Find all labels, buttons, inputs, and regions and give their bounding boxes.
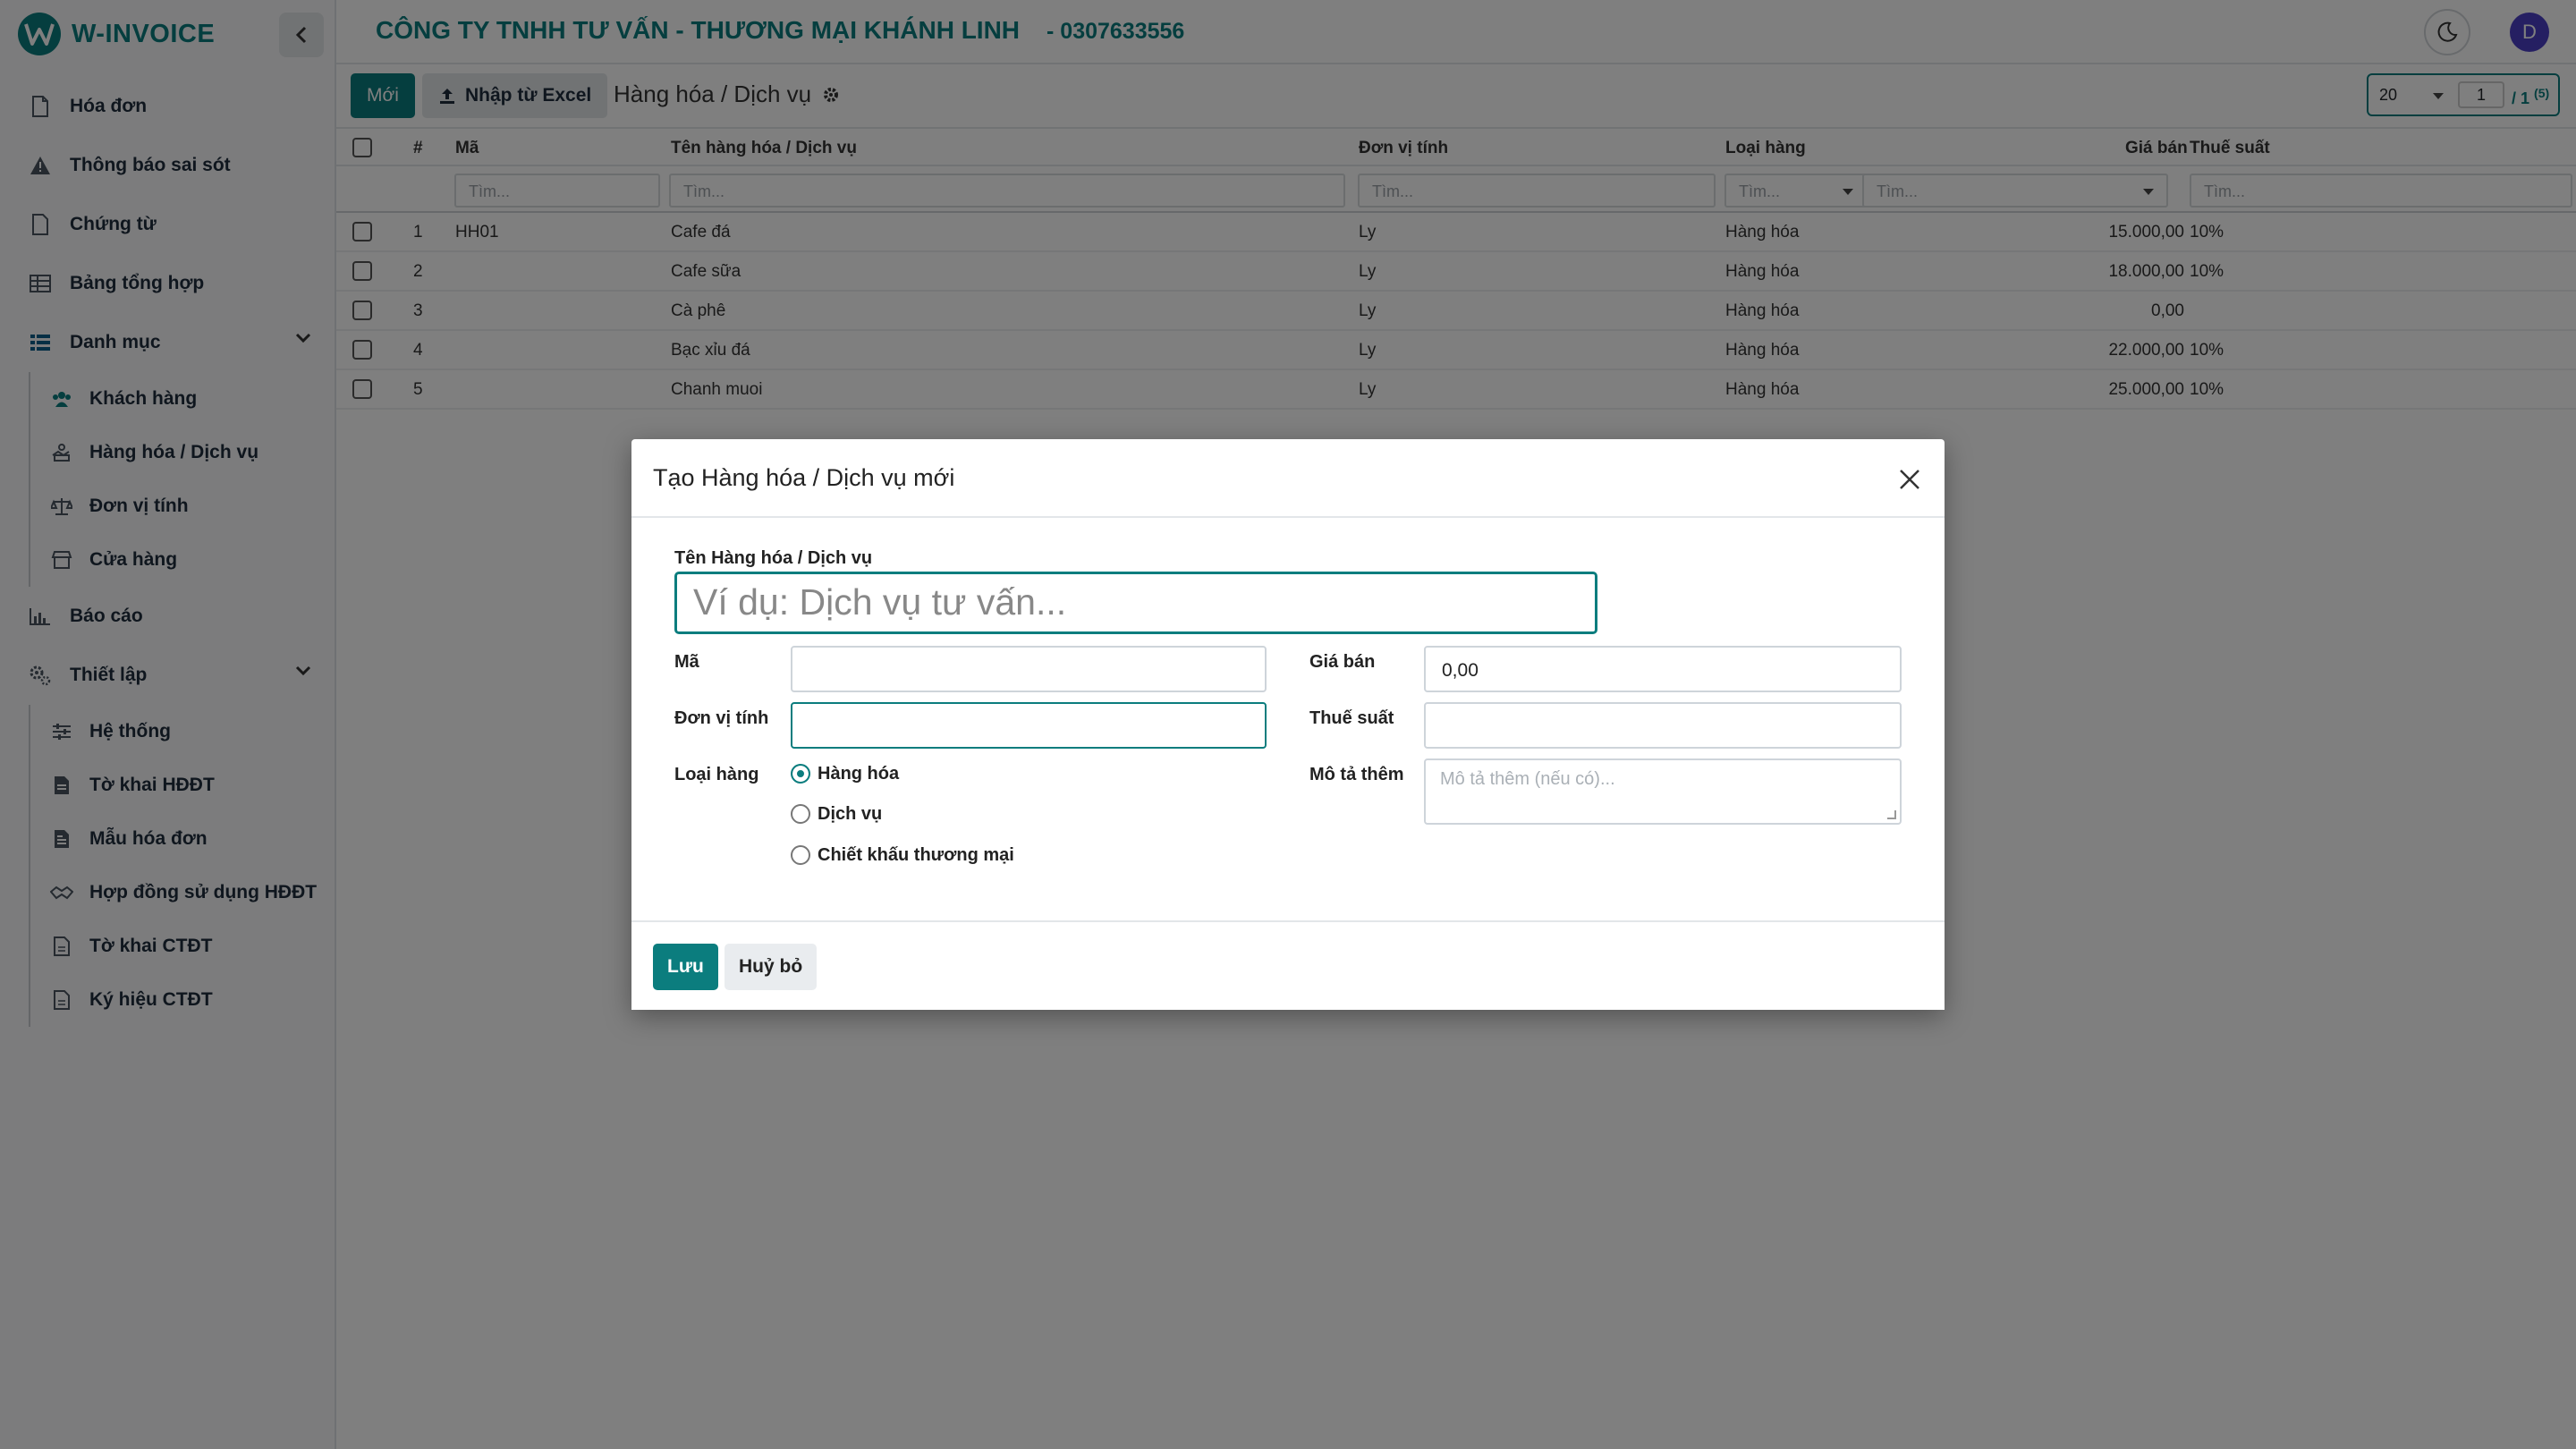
radio-hang-hoa[interactable]	[791, 764, 810, 784]
description-textarea[interactable]: Mô tả thêm (nếu có)...	[1424, 758, 1902, 825]
code-label: Mã	[674, 652, 699, 672]
modal-title: Tạo Hàng hóa / Dịch vụ mới	[653, 464, 955, 491]
tax-input[interactable]	[1424, 702, 1902, 749]
code-input[interactable]	[791, 646, 1267, 692]
modal-footer: Lưu Huỷ bỏ	[631, 920, 1945, 1010]
type-label: Loại hàng	[674, 765, 759, 784]
description-label: Mô tả thêm	[1309, 765, 1404, 784]
name-input[interactable]: Ví dụ: Dịch vụ tư vấn...	[674, 572, 1597, 634]
create-goods-modal: Tạo Hàng hóa / Dịch vụ mới Tên Hàng hóa …	[631, 439, 1945, 1010]
radio-chiet-khau[interactable]	[791, 845, 810, 865]
radio-hang-hoa-label[interactable]: Hàng hóa	[818, 764, 899, 784]
radio-dich-vu[interactable]	[791, 804, 810, 824]
close-icon[interactable]	[1896, 466, 1923, 493]
unit-input[interactable]	[791, 702, 1267, 749]
resize-handle-icon[interactable]	[1887, 810, 1896, 819]
cancel-button[interactable]: Huỷ bỏ	[724, 944, 818, 990]
radio-dich-vu-label[interactable]: Dịch vụ	[818, 804, 882, 825]
radio-chiet-khau-label[interactable]: Chiết khấu thương mại	[818, 845, 1014, 866]
unit-label: Đơn vị tính	[674, 708, 769, 728]
tax-label: Thuế suất	[1309, 708, 1394, 728]
modal-header: Tạo Hàng hóa / Dịch vụ mới	[631, 439, 1945, 518]
save-button[interactable]: Lưu	[653, 944, 718, 990]
description-placeholder: Mô tả thêm (nếu có)...	[1440, 769, 1615, 789]
name-label: Tên Hàng hóa / Dịch vụ	[674, 548, 873, 568]
price-label: Giá bán	[1309, 652, 1376, 672]
price-input[interactable]: 0,00	[1424, 646, 1902, 692]
